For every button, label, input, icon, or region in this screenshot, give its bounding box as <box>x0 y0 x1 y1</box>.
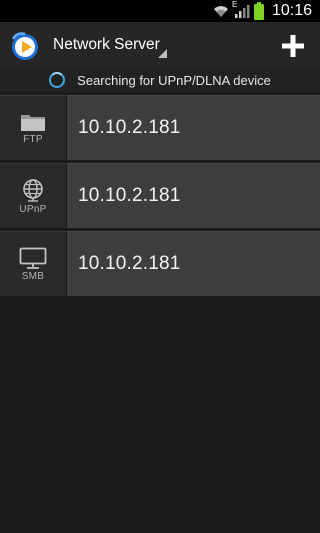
battery-icon <box>253 2 264 20</box>
server-address-cell[interactable]: 10.10.2.181 <box>67 163 320 228</box>
page-title[interactable]: Network Server <box>53 36 160 54</box>
status-bar: E 10:16 <box>0 0 320 22</box>
server-address: 10.10.2.181 <box>78 117 181 138</box>
server-row-upnp[interactable]: UPnP 10.10.2.181 <box>0 163 320 228</box>
folder-icon <box>21 114 45 131</box>
server-type-cell[interactable]: FTP <box>0 95 66 160</box>
add-server-button[interactable] <box>276 29 310 63</box>
status-time: 10:16 <box>271 2 312 19</box>
dropdown-caret-icon[interactable] <box>158 49 167 58</box>
server-type-label: UPnP <box>19 203 47 215</box>
monitor-icon <box>19 247 47 269</box>
globe-icon <box>23 178 43 202</box>
app-logo-icon[interactable] <box>9 30 41 62</box>
server-address: 10.10.2.181 <box>78 253 181 274</box>
server-type-cell[interactable]: UPnP <box>0 163 66 228</box>
action-bar: Network Server <box>0 22 320 68</box>
network-type-label: E <box>231 0 238 9</box>
loading-spinner-icon <box>49 72 66 88</box>
server-row-smb[interactable]: SMB 10.10.2.181 <box>0 231 320 296</box>
wifi-icon <box>212 4 230 18</box>
search-status-text: Searching for UPnP/DLNA device <box>77 72 271 88</box>
server-address-cell[interactable]: 10.10.2.181 <box>67 95 320 160</box>
server-list: FTP 10.10.2.181 UPnP 10.10.2.181 SMB 10.… <box>0 95 320 299</box>
plus-icon <box>282 35 304 57</box>
server-type-label: SMB <box>21 270 45 282</box>
signal-icon: E <box>232 0 250 18</box>
server-address-cell[interactable]: 10.10.2.181 <box>67 231 320 296</box>
server-address: 10.10.2.181 <box>78 185 181 206</box>
server-type-label: FTP <box>23 133 43 145</box>
search-status-bar: Searching for UPnP/DLNA device <box>0 68 320 92</box>
server-row-ftp[interactable]: FTP 10.10.2.181 <box>0 95 320 160</box>
server-type-cell[interactable]: SMB <box>0 231 66 296</box>
